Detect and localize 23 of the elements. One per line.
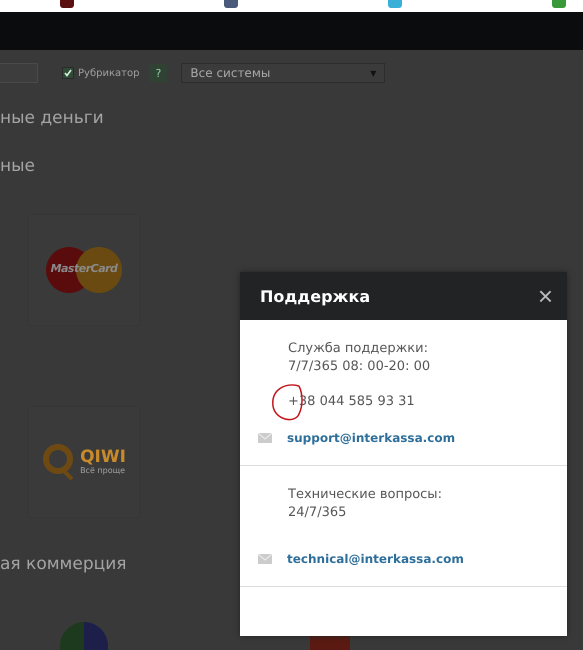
help-button[interactable]: ?: [149, 64, 168, 82]
info-text: Служба поддержки:: [288, 340, 429, 358]
section-heading: ая коммерция: [0, 554, 126, 574]
checkbox-label: Рубрикатор: [78, 68, 140, 78]
info-text: Технические вопросы:: [288, 486, 443, 504]
email-link[interactable]: support@interkassa.com: [287, 431, 456, 445]
checkbox[interactable]: [62, 67, 74, 79]
email-link[interactable]: technical@interkassa.com: [287, 552, 464, 566]
section-heading: ные: [0, 156, 35, 176]
qiwi-logo: QIWI Всё проще: [42, 443, 126, 481]
envelope-icon: [258, 554, 272, 564]
info-text: 24/7/365: [288, 504, 348, 522]
close-button[interactable]: ×: [538, 283, 553, 309]
section-heading: ные деньги: [0, 108, 104, 128]
bookmark-icon[interactable]: [60, 0, 74, 8]
round-logo: [60, 622, 108, 650]
bookmark-icon[interactable]: [224, 0, 238, 8]
mastercard-logo: MasterCard: [46, 247, 122, 293]
system-select[interactable]: Все системы ▼: [181, 63, 386, 83]
dialog-title: Поддержка: [260, 286, 370, 306]
info-text: 7/7/365 08: 00-20: 00: [288, 358, 432, 376]
logo-fragment: [310, 636, 350, 650]
envelope-icon: [258, 433, 272, 443]
